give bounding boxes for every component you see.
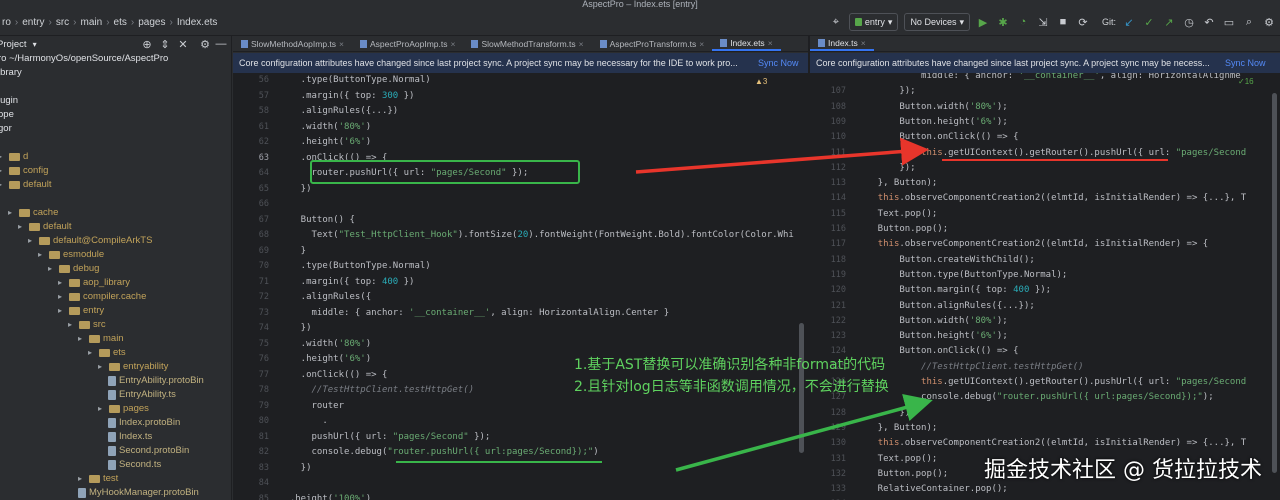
watermark: 掘金技术社区 @ 货拉拉技术 <box>984 458 1262 483</box>
green-arrow <box>675 394 933 472</box>
annotation-arrows <box>396 137 1168 472</box>
red-arrow <box>635 137 929 174</box>
